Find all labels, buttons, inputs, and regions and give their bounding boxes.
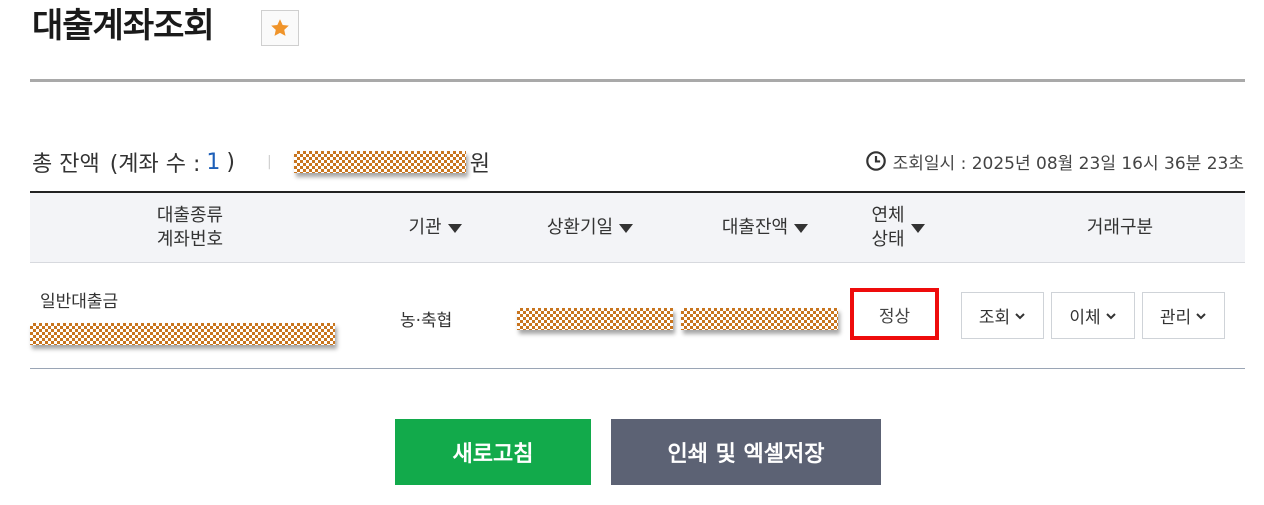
account-count-suffix: ) <box>226 149 236 175</box>
table-row: 일반대출금 농·축협 정상 조회 이체 관리 <box>30 263 1245 369</box>
sort-down-icon <box>447 223 462 233</box>
total-balance-label: 총 잔액 <box>32 152 100 177</box>
page-title: 대출계좌조회 <box>32 6 215 46</box>
table-header: 대출종류 계좌번호 기관 상환기일 대출잔액 연체 상태 거래구분 <box>30 193 1245 263</box>
header-overdue-line1: 연체 <box>871 205 905 226</box>
clock-icon <box>865 151 886 171</box>
header-account-number: 계좌번호 <box>156 229 224 250</box>
account-count: 1 <box>206 149 221 175</box>
action-transfer-dropdown[interactable]: 이체 <box>1051 292 1135 339</box>
sort-down-icon <box>619 223 634 233</box>
action-manage-dropdown[interactable]: 관리 <box>1142 292 1225 339</box>
header-overdue-line2: 상태 <box>871 229 905 250</box>
header-loan-type-line1: 대출종류 <box>156 205 224 226</box>
status-badge: 정상 <box>850 288 939 340</box>
sort-down-icon <box>794 223 809 233</box>
header-institution-label: 기관 <box>408 217 442 238</box>
total-balance-masked <box>293 151 466 173</box>
title-divider <box>30 79 1245 82</box>
star-icon <box>271 19 289 36</box>
chevron-down-icon <box>1105 312 1116 319</box>
account-count-prefix: (계좌 수 : <box>109 152 201 177</box>
balance-masked <box>681 308 838 330</box>
header-institution[interactable]: 기관 <box>380 193 490 263</box>
header-overdue[interactable]: 연체 상태 <box>848 193 948 263</box>
loan-type: 일반대출금 <box>40 292 119 312</box>
query-time-text: 조회일시 : 2025년 08월 23일 16시 36분 23초 <box>892 153 1244 174</box>
header-repay-day-label: 상환기일 <box>546 217 614 238</box>
query-time: 조회일시 : 2025년 08월 23일 16시 36분 23초 <box>865 148 1244 174</box>
header-repay-day[interactable]: 상환기일 <box>510 193 670 263</box>
chevron-down-icon <box>1196 312 1206 319</box>
refresh-button[interactable]: 새로고침 <box>395 419 591 485</box>
header-balance-label: 대출잔액 <box>721 217 789 238</box>
action-inquiry-dropdown[interactable]: 조회 <box>961 292 1044 339</box>
header-loan-type: 대출종류 계좌번호 <box>70 193 310 263</box>
header-transaction-label: 거래구분 <box>1086 217 1154 238</box>
institution: 농·축협 <box>400 311 453 331</box>
summary-separator: | <box>267 154 272 170</box>
chevron-down-icon <box>1015 312 1025 319</box>
header-transaction: 거래구분 <box>1005 193 1235 263</box>
favorite-button[interactable] <box>261 10 299 46</box>
header-balance[interactable]: 대출잔액 <box>685 193 845 263</box>
header-overdue-stack: 연체 상태 <box>871 204 904 252</box>
action-transfer-label: 이체 <box>1069 308 1101 328</box>
repay-day-masked <box>517 308 673 330</box>
print-excel-button[interactable]: 인쇄 및 엑셀저장 <box>611 419 881 485</box>
account-number-masked <box>30 323 335 345</box>
action-inquiry-label: 조회 <box>978 308 1011 328</box>
sort-down-icon <box>910 223 925 233</box>
balance-unit: 원 <box>469 152 490 177</box>
balance-summary: 총 잔액 (계좌 수 : 1 ) | 원 <box>32 146 490 178</box>
action-manage-label: 관리 <box>1159 308 1192 328</box>
